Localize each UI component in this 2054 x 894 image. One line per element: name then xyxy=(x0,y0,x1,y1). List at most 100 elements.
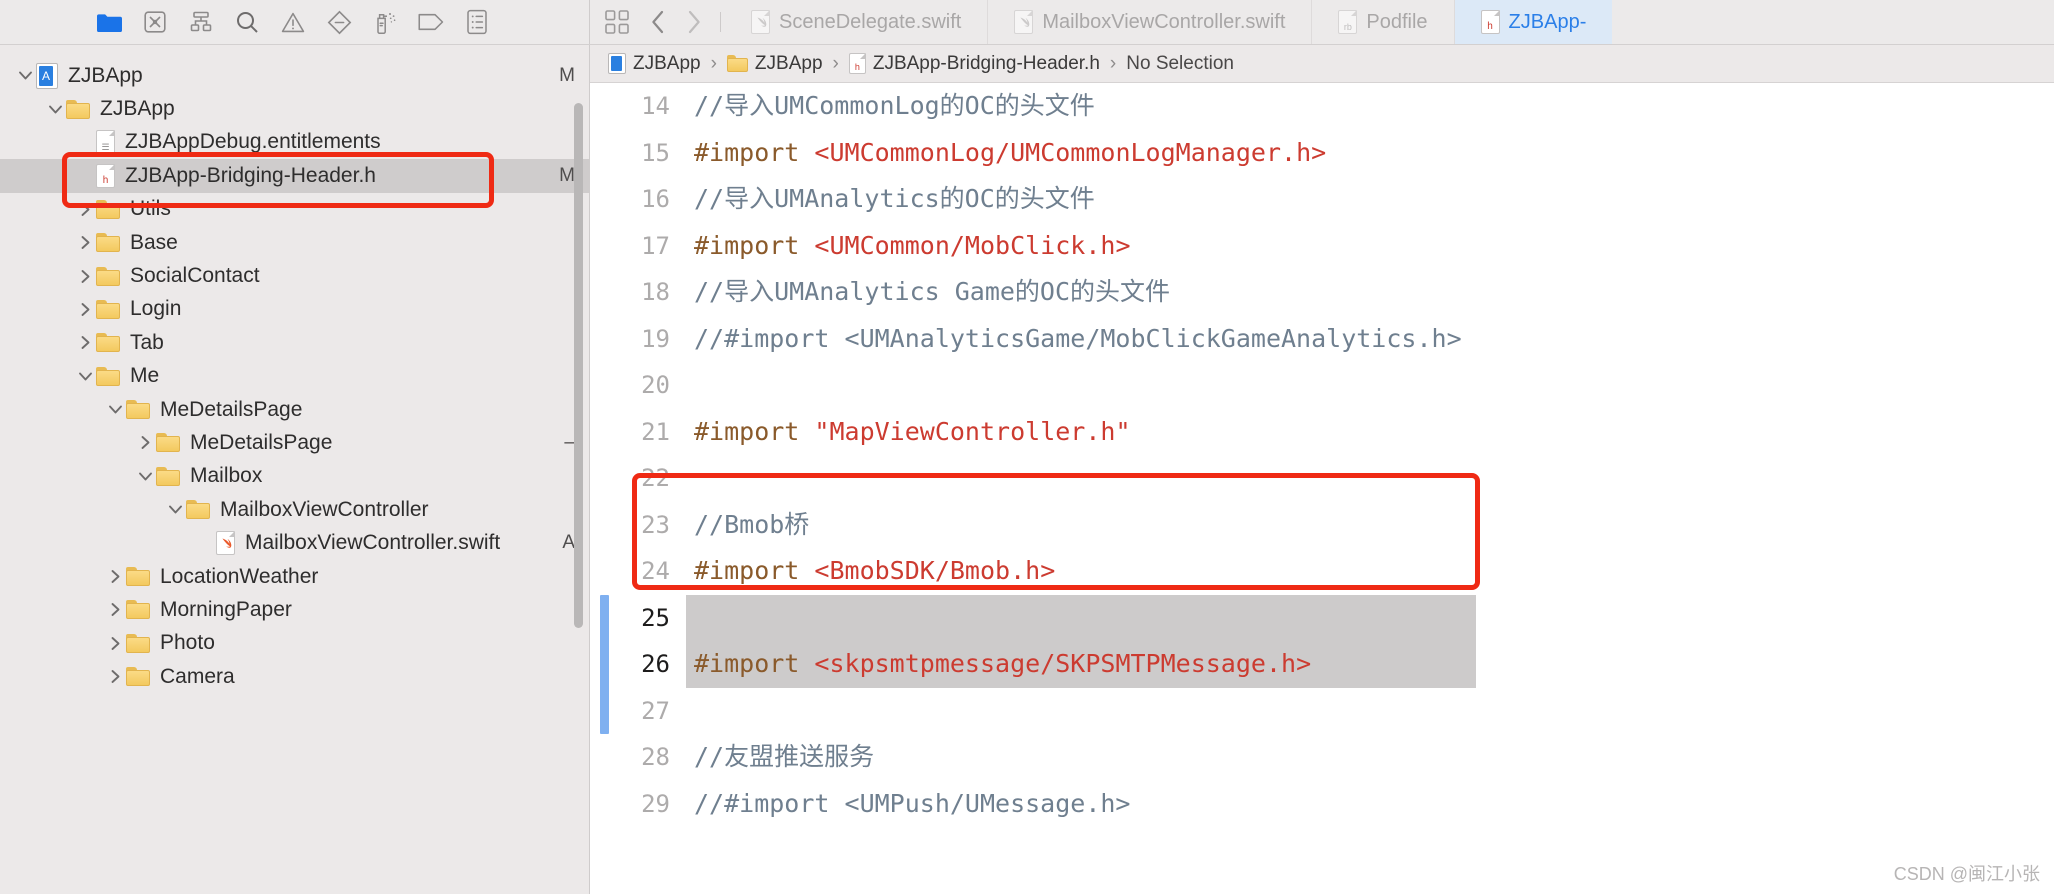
tree-row[interactable]: Photo xyxy=(0,627,589,660)
tab-scene-delegate[interactable]: SceneDelegate.swift xyxy=(725,0,989,44)
chevron-right-icon[interactable] xyxy=(680,9,702,35)
tag-icon[interactable] xyxy=(418,9,444,35)
line-number: 17 xyxy=(641,231,670,260)
code-line[interactable]: 15 #import <UMCommonLog/UMCommonLogManage… xyxy=(590,130,2054,177)
warning-triangle-icon[interactable] xyxy=(280,9,306,35)
tree-row[interactable]: MeDetailsPage xyxy=(0,393,589,426)
code-token: //导入UMAnalytics的OC的头文件 xyxy=(694,184,1095,213)
tree-row-label: ZJBAppDebug.entitlements xyxy=(125,130,381,154)
folder-icon[interactable] xyxy=(96,9,122,35)
tree-row-label: Camera xyxy=(160,664,235,688)
breadcrumb-label: No Selection xyxy=(1126,52,1234,74)
report-list-icon[interactable] xyxy=(464,9,490,35)
chevron-right-icon[interactable] xyxy=(74,234,96,251)
chevron-down-icon[interactable] xyxy=(104,401,126,418)
code-text: #import <BmobSDK/Bmob.h> xyxy=(686,548,1055,595)
chevron-right-icon[interactable] xyxy=(104,568,126,585)
tree-row[interactable]: MeDetailsPage – xyxy=(0,426,589,459)
chevron-right-icon[interactable] xyxy=(104,635,126,652)
code-text: //#import <UMAnalyticsGame/MobClickGameA… xyxy=(686,316,1462,363)
code-token: <UMCommon/MobClick.h> xyxy=(814,230,1131,260)
tree-row[interactable]: ZJBApp M xyxy=(0,59,589,92)
code-line[interactable]: 21 #import "MapViewController.h" xyxy=(590,409,2054,456)
tree-row-label: MailboxViewController.swift xyxy=(245,531,501,555)
tree-row[interactable]: MailboxViewController xyxy=(0,493,589,526)
folder-icon xyxy=(66,99,90,119)
chevron-right-icon[interactable] xyxy=(74,334,96,351)
code-line[interactable]: 23 //Bmob桥 xyxy=(590,502,2054,549)
chevron-down-icon[interactable] xyxy=(74,368,96,385)
tree-row[interactable]: ☰ ZJBAppDebug.entitlements xyxy=(0,126,589,159)
tree-row[interactable]: Me xyxy=(0,360,589,393)
chevron-right-icon[interactable] xyxy=(74,268,96,285)
code-line[interactable]: 29 //#import <UMPush/UMessage.h> xyxy=(590,781,2054,828)
code-line[interactable]: 22 xyxy=(590,455,2054,502)
folder-icon xyxy=(126,400,150,420)
tab-label: SceneDelegate.swift xyxy=(779,10,962,33)
chevron-right-icon[interactable] xyxy=(104,601,126,618)
breadcrumb-separator: › xyxy=(832,52,839,74)
tree-row[interactable]: LocationWeather xyxy=(0,560,589,593)
folder-icon xyxy=(96,199,120,219)
project-navigator: ZJBAppMZJBApp☰ZJBAppDebug.entitlementshZ… xyxy=(0,45,590,894)
code-line[interactable]: 18 //导入UMAnalytics Game的OC的头文件 xyxy=(590,269,2054,316)
tree-row[interactable]: MorningPaper xyxy=(0,593,589,626)
chevron-left-icon[interactable] xyxy=(644,9,666,35)
folder-icon xyxy=(126,567,150,587)
code-line[interactable]: 26 #import <skpsmtpmessage/SKPSMTPMessage… xyxy=(590,641,2054,688)
breadcrumb-item-selection[interactable]: No Selection xyxy=(1126,53,1234,75)
tree-row[interactable]: Tab xyxy=(0,326,589,359)
code-line[interactable]: 24 #import <BmobSDK/Bmob.h> xyxy=(590,548,2054,595)
tab-zjbapp-bridging-header[interactable]: h ZJBApp- xyxy=(1454,0,1613,44)
code-editor[interactable]: 14 //导入UMCommonLog的OC的头文件 15 #import <UMCom… xyxy=(590,83,2054,894)
tree-row[interactable]: Camera xyxy=(0,660,589,693)
source-control-icon[interactable] xyxy=(142,9,168,35)
search-icon[interactable] xyxy=(234,9,260,35)
breadcrumb-item-file[interactable]: h ZJBApp-Bridging-Header.h xyxy=(848,53,1100,75)
line-number: 18 xyxy=(641,278,670,306)
tree-row[interactable]: Base xyxy=(0,226,589,259)
code-line[interactable]: 14 //导入UMCommonLog的OC的头文件 xyxy=(590,83,2054,130)
chevron-down-icon[interactable] xyxy=(134,468,156,485)
code-text: //导入UMAnalytics Game的OC的头文件 xyxy=(686,269,1170,316)
code-text xyxy=(686,594,1476,641)
breadcrumb-label: ZJBApp xyxy=(633,52,701,74)
tree-row[interactable]: Login xyxy=(0,293,589,326)
watermark: CSDN @闽江小张 xyxy=(1893,864,2040,884)
grid-icon[interactable] xyxy=(604,9,630,35)
breadcrumb-item-project[interactable]: ZJBApp xyxy=(608,53,701,75)
code-line[interactable]: 20 xyxy=(590,362,2054,409)
tree-row[interactable]: SocialContact xyxy=(0,259,589,292)
chevron-down-icon[interactable] xyxy=(14,67,36,84)
code-line[interactable]: 17 #import <UMCommon/MobClick.h> xyxy=(590,223,2054,270)
chevron-right-icon[interactable] xyxy=(134,434,156,451)
hierarchy-icon[interactable] xyxy=(188,9,214,35)
code-token: <skpsmtpmessage/SKPSMTPMessage.h> xyxy=(814,649,1312,678)
code-line[interactable]: 16 //导入UMAnalytics的OC的头文件 xyxy=(590,176,2054,223)
chevron-right-icon[interactable] xyxy=(74,201,96,218)
tab-podfile[interactable]: rb Podfile xyxy=(1312,0,1455,44)
spray-bottle-icon[interactable] xyxy=(372,9,398,35)
line-number: 22 xyxy=(641,464,670,492)
code-line[interactable]: 28 //友盟推送服务 xyxy=(590,734,2054,781)
sidebar-scrollbar[interactable] xyxy=(574,103,583,628)
code-text: //Bmob桥 xyxy=(686,502,809,549)
tree-row[interactable]: MailboxViewController.swift A xyxy=(0,526,589,559)
tree-row[interactable]: Mailbox xyxy=(0,460,589,493)
line-number: 29 xyxy=(641,789,670,818)
diamond-minus-icon[interactable] xyxy=(326,9,352,35)
code-line[interactable]: 19 //#import <UMAnalyticsGame/MobClickGam… xyxy=(590,316,2054,363)
chevron-down-icon[interactable] xyxy=(44,101,66,118)
chevron-down-icon[interactable] xyxy=(164,501,186,518)
chevron-right-icon[interactable] xyxy=(74,301,96,318)
tree-row[interactable]: h ZJBApp-Bridging-Header.h M xyxy=(0,159,589,193)
code-line[interactable]: 25 xyxy=(590,594,2054,641)
tree-row[interactable]: ZJBApp xyxy=(0,92,589,125)
chevron-right-icon[interactable] xyxy=(104,668,126,685)
tree-row-label: Utils xyxy=(130,197,171,221)
line-number: 21 xyxy=(641,417,670,446)
breadcrumb-item-group[interactable]: ZJBApp xyxy=(726,53,823,75)
tab-mailbox-view-controller[interactable]: MailboxViewController.swift xyxy=(988,0,1313,44)
code-line[interactable]: 27 xyxy=(590,688,2054,735)
tree-row[interactable]: Utils xyxy=(0,193,589,226)
